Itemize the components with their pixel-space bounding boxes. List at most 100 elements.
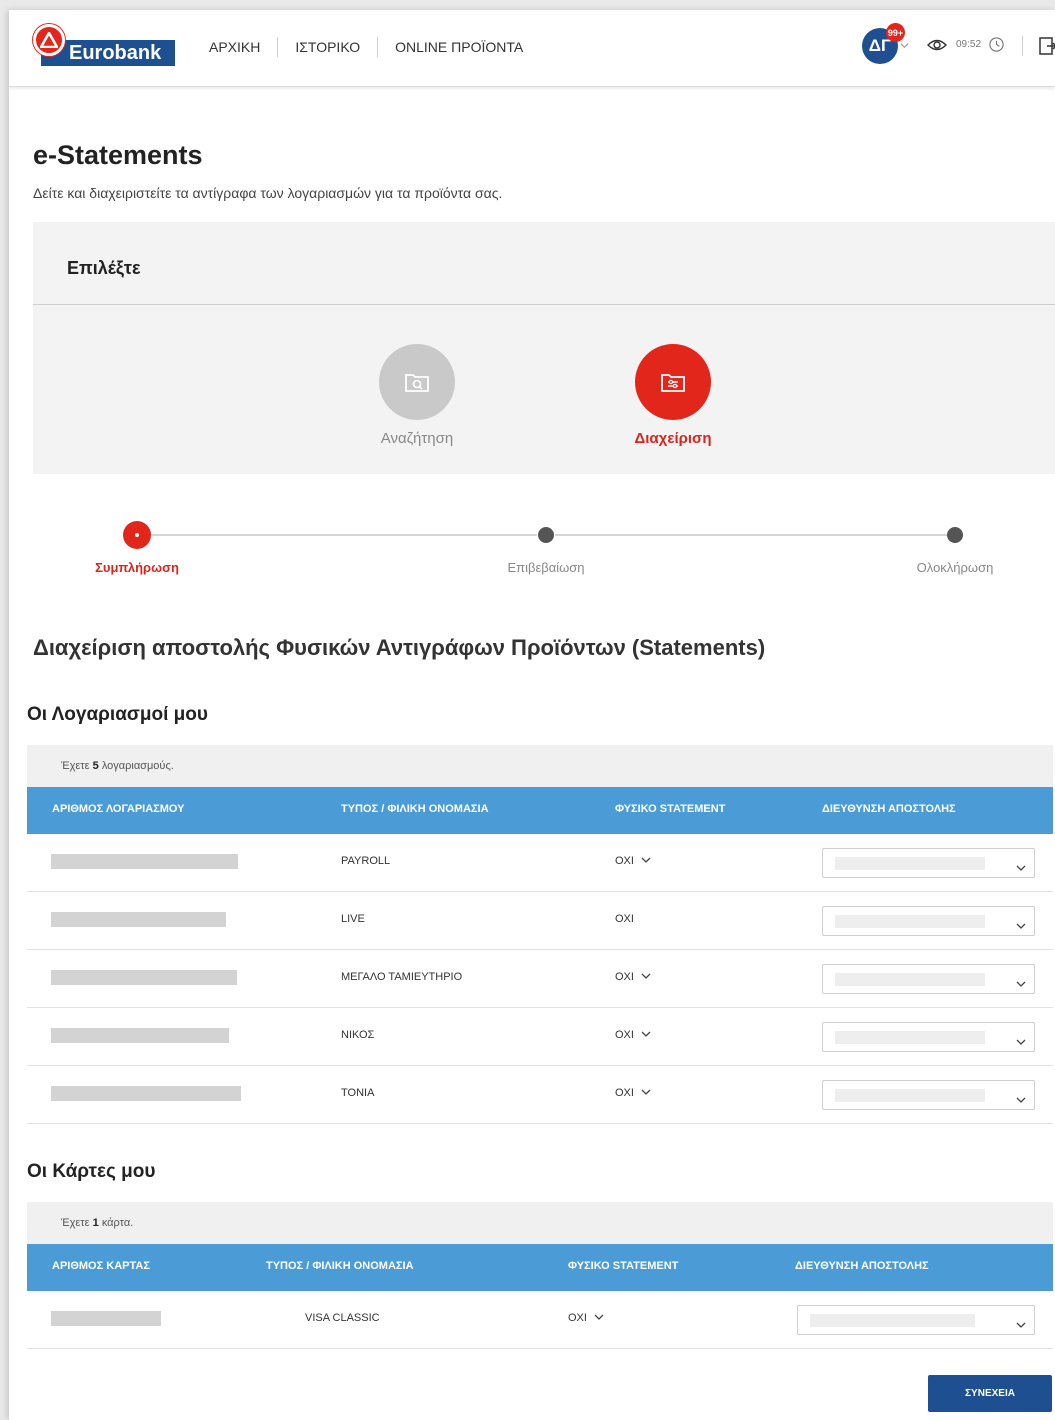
table-row: PAYROLL ΟΧΙ <box>27 834 1053 892</box>
step-connector <box>555 534 947 536</box>
select-panel: Επιλέξτε Αναζήτηση Διαχείριση <box>33 222 1055 474</box>
masked-number <box>51 912 226 927</box>
statement-value: ΟΧΙ <box>568 1312 587 1324</box>
section-title: Διαχείριση αποστολής Φυσικών Αντιγράφων … <box>33 635 766 660</box>
address-select[interactable] <box>822 964 1035 994</box>
cards-table: Έχετε 1 κάρτα. ΑΡΙΘΜΟΣ ΚΑΡΤΑΣ ΤΥΠΟΣ / ΦΙ… <box>27 1202 1053 1349</box>
step-complete-dot <box>947 527 963 543</box>
address-select[interactable] <box>822 1022 1035 1052</box>
divider <box>33 304 1055 305</box>
address-select[interactable] <box>822 848 1035 878</box>
statement-value: ΟΧΙ <box>615 913 634 925</box>
session-time: 09:52 <box>956 39 982 50</box>
type-cell: LIVE <box>341 913 365 925</box>
chevron-down-icon <box>1016 1091 1026 1109</box>
header-divider <box>1022 36 1023 56</box>
accounts-table-header: ΑΡΙΘΜΟΣ ΛΟΓΑΡΙΑΣΜΟΥ ΤΥΠΟΣ / ΦΙΛΙΚΗ ΟΝΟΜΑ… <box>27 787 1053 834</box>
masked-number <box>51 1086 241 1101</box>
col-physical-statement: ΦΥΣΙΚΟ STATEMENT <box>615 803 726 815</box>
accounts-table: Έχετε 5 λογαριασμούς. ΑΡΙΘΜΟΣ ΛΟΓΑΡΙΑΣΜΟ… <box>27 745 1053 1124</box>
eurobank-logo[interactable]: Eurobank <box>33 24 177 68</box>
masked-number <box>51 854 238 869</box>
statement-value: ΟΧΙ <box>615 1029 634 1041</box>
cards-count: Έχετε 1 κάρτα. <box>27 1202 1053 1244</box>
address-placeholder <box>835 915 985 928</box>
table-row: LIVE ΟΧΙ <box>27 892 1053 950</box>
address-placeholder <box>835 973 985 986</box>
chevron-down-icon <box>1016 975 1026 993</box>
logo-triangle-icon <box>33 24 65 56</box>
chevron-down-icon <box>641 1029 651 1041</box>
step-fill-dot <box>123 521 151 549</box>
accounts-title: Οι Λογαριασμοί μου <box>27 704 208 725</box>
step-complete-label: Ολοκλήρωση <box>916 560 994 575</box>
eye-icon[interactable] <box>927 38 947 52</box>
page-subtitle: Δείτε και διαχειριστείτε τα αντίγραφα τω… <box>33 185 503 201</box>
chevron-down-icon[interactable] <box>900 41 909 50</box>
cards-title: Οι Κάρτες μου <box>27 1161 156 1182</box>
address-select[interactable] <box>822 1080 1035 1110</box>
table-row: ΝΙΚΟΣ ΟΧΙ <box>27 1008 1053 1066</box>
chevron-down-icon <box>1016 917 1026 935</box>
notification-badge[interactable]: 99+ <box>886 23 905 42</box>
type-cell: PAYROLL <box>341 855 391 867</box>
chevron-down-icon <box>1016 859 1026 877</box>
table-row: ΤΟΝΙΑ ΟΧΙ <box>27 1066 1053 1124</box>
accounts-count: Έχετε 5 λογαριασμούς. <box>27 745 1053 787</box>
step-connector <box>151 534 537 536</box>
statement-select[interactable]: ΟΧΙ <box>615 855 651 867</box>
col-physical-statement: ΦΥΣΙΚΟ STATEMENT <box>568 1260 679 1272</box>
col-type: ΤΥΠΟΣ / ΦΙΛΙΚΗ ΟΝΟΜΑΣΙΑ <box>341 803 489 815</box>
masked-number <box>51 1028 229 1043</box>
cards-table-header: ΑΡΙΘΜΟΣ ΚΑΡΤΑΣ ΤΥΠΟΣ / ΦΙΛΙΚΗ ΟΝΟΜΑΣΙΑ Φ… <box>27 1244 1053 1291</box>
statement-value: ΟΧΙ <box>615 855 634 867</box>
nav-home[interactable]: ΑΡΧΙΚΗ <box>199 37 279 57</box>
step-confirm-label: Επιβεβαίωση <box>507 560 585 575</box>
masked-number <box>51 970 237 985</box>
statement-select: ΟΧΙ <box>615 913 634 925</box>
chevron-down-icon <box>1016 1033 1026 1051</box>
select-heading: Επιλέξτε <box>67 258 141 278</box>
app-frame: Eurobank ΑΡΧΙΚΗ ΙΣΤΟΡΙΚΟ ONLINE ΠΡΟΪΟΝΤΑ… <box>9 10 1055 1420</box>
col-address: ΔΙΕΥΘΥΝΣΗ ΑΠΟΣΤΟΛΗΣ <box>822 803 956 815</box>
continue-button[interactable]: ΣΥΝΕΧΕΙΑ <box>928 1375 1052 1412</box>
statement-select[interactable]: ΟΧΙ <box>615 1029 651 1041</box>
step-fill-label: Συμπλήρωση <box>95 560 179 575</box>
chevron-down-icon <box>641 971 651 983</box>
address-placeholder <box>810 1314 975 1327</box>
col-type: ΤΥΠΟΣ / ΦΙΛΙΚΗ ΟΝΟΜΑΣΙΑ <box>266 1260 414 1272</box>
nav-online-products[interactable]: ONLINE ΠΡΟΪΟΝΤΑ <box>378 37 540 57</box>
folder-manage-icon <box>661 374 685 392</box>
nav-history[interactable]: ΙΣΤΟΡΙΚΟ <box>278 37 379 57</box>
chevron-down-icon <box>641 855 651 867</box>
statement-select[interactable]: ΟΧΙ <box>568 1312 604 1324</box>
chevron-down-icon <box>594 1312 604 1324</box>
main-nav: ΑΡΧΙΚΗ ΙΣΤΟΡΙΚΟ ONLINE ΠΡΟΪΟΝΤΑ <box>199 37 540 57</box>
progress-stepper: Συμπλήρωση Επιβεβαίωση Ολοκλήρωση <box>9 510 1055 590</box>
search-option-button[interactable] <box>379 344 455 420</box>
statement-value: ΟΧΙ <box>615 1087 634 1099</box>
manage-option-label[interactable]: Διαχείριση <box>593 430 753 447</box>
step-confirm-dot <box>538 527 554 543</box>
address-select[interactable] <box>822 906 1035 936</box>
logout-icon[interactable] <box>1039 36 1055 56</box>
clock-icon[interactable] <box>988 36 1005 53</box>
folder-search-icon <box>405 374 429 392</box>
masked-number <box>51 1311 161 1326</box>
search-option-label[interactable]: Αναζήτηση <box>337 430 497 447</box>
statement-select[interactable]: ΟΧΙ <box>615 1087 651 1099</box>
table-row: ΜΕΓΑΛΟ ΤΑΜΙΕΥΤΗΡΙΟ ΟΧΙ <box>27 950 1053 1008</box>
page-title: e-Statements <box>33 140 203 170</box>
address-placeholder <box>835 857 985 870</box>
table-row: VISA CLASSIC ΟΧΙ <box>27 1291 1053 1349</box>
type-cell: ΜΕΓΑΛΟ ΤΑΜΙΕΥΤΗΡΙΟ <box>341 971 463 983</box>
col-card-number: ΑΡΙΘΜΟΣ ΚΑΡΤΑΣ <box>52 1260 150 1272</box>
statement-select[interactable]: ΟΧΙ <box>615 971 651 983</box>
col-address: ΔΙΕΥΘΥΝΣΗ ΑΠΟΣΤΟΛΗΣ <box>795 1260 929 1272</box>
type-cell: ΝΙΚΟΣ <box>341 1029 375 1041</box>
chevron-down-icon <box>641 1087 651 1099</box>
manage-option-button[interactable] <box>635 344 711 420</box>
address-select[interactable] <box>797 1305 1035 1335</box>
type-cell: VISA CLASSIC <box>305 1312 380 1324</box>
top-header: Eurobank ΑΡΧΙΚΗ ΙΣΤΟΡΙΚΟ ONLINE ΠΡΟΪΟΝΤΑ… <box>9 10 1055 87</box>
